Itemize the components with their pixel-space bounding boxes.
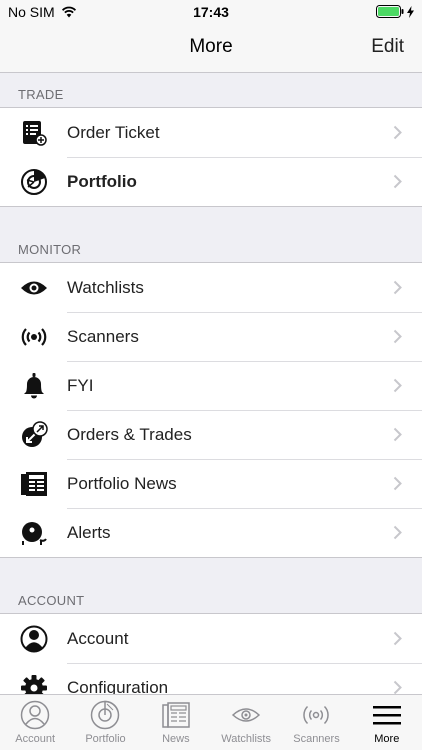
account-list: Account Configuration bbox=[0, 614, 422, 695]
tab-scanners[interactable]: Scanners bbox=[281, 695, 351, 750]
edit-button[interactable]: Edit bbox=[371, 36, 404, 58]
chevron-right-icon bbox=[393, 378, 402, 393]
bell-icon bbox=[23, 372, 44, 398]
portfolio-icon bbox=[91, 700, 120, 730]
menu-item-portfolio[interactable]: Portfolio bbox=[0, 157, 422, 206]
menu-item-label: Alerts bbox=[67, 522, 111, 542]
menu-item-label: Portfolio bbox=[67, 171, 137, 191]
chevron-right-icon bbox=[393, 125, 402, 140]
user-icon bbox=[20, 625, 47, 652]
tab-watchlists[interactable]: Watchlists bbox=[211, 695, 281, 750]
chevron-right-icon bbox=[393, 329, 402, 344]
chevron-right-icon bbox=[393, 631, 402, 646]
tab-label: More bbox=[374, 733, 400, 745]
menu-item-label: Portfolio News bbox=[67, 473, 177, 493]
menu-item-label: Order Ticket bbox=[67, 122, 160, 142]
menu-item-orders-trades[interactable]: Orders & Trades bbox=[0, 410, 422, 459]
menu-item-scanners[interactable]: Scanners bbox=[0, 312, 422, 361]
menu-icon bbox=[372, 706, 401, 725]
menu-item-alerts[interactable]: Alerts bbox=[0, 508, 422, 557]
chevron-right-icon bbox=[393, 174, 402, 189]
chevron-right-icon bbox=[393, 680, 402, 695]
menu-item-label: FYI bbox=[67, 375, 94, 395]
more-menu-list[interactable]: TRADE Order Ticket Portfolio MONITOR Wat… bbox=[0, 73, 422, 695]
battery-icon bbox=[376, 5, 404, 18]
scanner-icon bbox=[21, 327, 46, 346]
tab-label: Watchlists bbox=[221, 733, 271, 745]
menu-item-watchlists[interactable]: Watchlists bbox=[0, 263, 422, 312]
menu-item-label: Scanners bbox=[67, 326, 139, 346]
status-time: 17:43 bbox=[193, 4, 229, 20]
chevron-right-icon bbox=[393, 280, 402, 295]
scanner-icon bbox=[303, 705, 330, 725]
eye-icon bbox=[232, 708, 261, 722]
tab-account[interactable]: Account bbox=[0, 695, 70, 750]
page-title: More bbox=[189, 36, 233, 57]
chevron-right-icon bbox=[393, 427, 402, 442]
menu-item-configuration[interactable]: Configuration bbox=[0, 663, 422, 695]
tab-label: News bbox=[162, 733, 190, 745]
newspaper-icon bbox=[162, 702, 190, 728]
menu-item-label: Orders & Trades bbox=[67, 424, 192, 444]
alarm-icon bbox=[21, 521, 47, 545]
menu-item-label: Account bbox=[67, 628, 129, 648]
newspaper-icon bbox=[20, 471, 47, 496]
menu-item-account[interactable]: Account bbox=[0, 614, 422, 663]
section-header-trade: TRADE bbox=[0, 73, 422, 108]
tab-label: Scanners bbox=[293, 733, 340, 745]
user-icon bbox=[20, 700, 50, 730]
order-ticket-icon bbox=[22, 120, 47, 146]
navigation-bar: More Edit bbox=[0, 24, 422, 73]
tab-news[interactable]: News bbox=[141, 695, 211, 750]
portfolio-icon bbox=[20, 168, 47, 195]
eye-icon bbox=[20, 281, 47, 294]
menu-item-label: Watchlists bbox=[67, 277, 144, 297]
chevron-right-icon bbox=[393, 525, 402, 540]
menu-item-portfolio-news[interactable]: Portfolio News bbox=[0, 459, 422, 508]
section-header-account: ACCOUNT bbox=[0, 579, 422, 614]
gear-icon bbox=[20, 674, 47, 695]
charging-bolt-icon bbox=[407, 5, 414, 18]
trade-list: Order Ticket Portfolio bbox=[0, 108, 422, 207]
tab-label: Account bbox=[15, 733, 56, 745]
status-right bbox=[376, 5, 414, 18]
status-bar: No SIM 17:43 bbox=[0, 0, 422, 24]
tab-portfolio[interactable]: Portfolio bbox=[70, 695, 140, 750]
tab-label: Portfolio bbox=[85, 733, 126, 745]
section-header-monitor: MONITOR bbox=[0, 228, 422, 263]
monitor-list: Watchlists Scanners FYI Orders & Trades … bbox=[0, 263, 422, 558]
chevron-right-icon bbox=[393, 476, 402, 491]
menu-item-order-ticket[interactable]: Order Ticket bbox=[0, 108, 422, 157]
menu-item-fyi[interactable]: FYI bbox=[0, 361, 422, 410]
menu-item-label: Configuration bbox=[67, 677, 169, 696]
orders-trades-icon bbox=[21, 420, 48, 447]
tab-bar: Account Portfolio News Watchlists Scanne… bbox=[0, 694, 422, 750]
tab-more[interactable]: More bbox=[352, 695, 422, 750]
